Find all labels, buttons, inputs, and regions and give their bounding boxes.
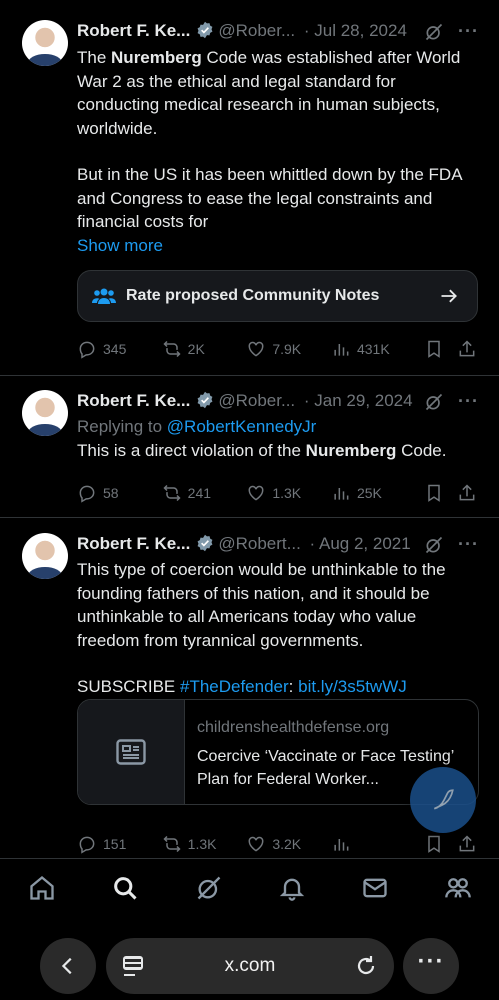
back-icon (57, 955, 79, 977)
more-options-icon[interactable]: ··· (458, 391, 479, 412)
short-link[interactable]: bit.ly/3s5twWJ (298, 677, 407, 696)
avatar[interactable] (22, 20, 68, 66)
like-button[interactable]: 7.9K (246, 339, 331, 359)
views-button[interactable]: 431K (331, 339, 424, 359)
repost-icon (162, 834, 182, 854)
repost-button[interactable]: 2K (162, 339, 247, 359)
bookmark-icon (424, 483, 444, 503)
tweet-text: This type of coercion would be unthinkab… (77, 560, 446, 696)
tweet-date[interactable]: · Jul 28, 2024 (304, 21, 407, 40)
show-more-link[interactable]: Show more (77, 234, 477, 258)
grok-icon[interactable] (424, 392, 444, 412)
tweet-header: Robert F. Ke... @Robert... · Aug 2, 2021 … (77, 534, 479, 556)
messages-icon[interactable] (360, 873, 390, 903)
verified-badge-icon (196, 534, 214, 552)
author-handle[interactable]: @Rober... (218, 21, 295, 40)
reply-icon (77, 483, 97, 503)
reply-icon (77, 339, 97, 359)
tweet-text: Replying to @RobertKennedyJr This is a d… (77, 417, 447, 460)
tweet-date[interactable]: · Jan 29, 2024 (304, 391, 413, 410)
views-icon (331, 339, 351, 359)
bookmark-icon (424, 834, 444, 854)
back-button[interactable] (40, 938, 96, 994)
repost-icon (162, 339, 182, 359)
heart-icon (246, 483, 266, 503)
author-name[interactable]: Robert F. Ke... (77, 21, 190, 40)
home-icon[interactable] (27, 873, 57, 903)
more-options-icon[interactable]: ··· (458, 21, 479, 42)
verified-badge-icon (196, 391, 214, 409)
views-button[interactable]: 25K (331, 483, 424, 503)
author-name[interactable]: Robert F. Ke... (77, 391, 190, 410)
share-icon (457, 483, 477, 503)
tweet-header: Robert F. Ke... @Rober... · Jan 29, 2024 … (77, 391, 479, 413)
author-handle[interactable]: @Rober... (218, 391, 295, 410)
tweet-actions: 345 2K 7.9K 431K (77, 338, 477, 360)
url-text: x.com (224, 955, 276, 976)
views-button[interactable] (331, 834, 424, 854)
tweet-2[interactable]: Robert F. Ke... @Rober... · Jan 29, 2024 … (0, 376, 499, 518)
notifications-icon[interactable] (277, 873, 307, 903)
reload-icon[interactable] (354, 954, 378, 978)
bookmark-button[interactable] (424, 834, 457, 854)
repost-icon (162, 483, 182, 503)
tweet-actions: 151 1.3K 3.2K (77, 833, 477, 855)
repost-button[interactable]: 241 (162, 483, 247, 503)
like-button[interactable]: 3.2K (246, 834, 331, 854)
more-button[interactable]: ··· (403, 938, 459, 994)
communities-icon[interactable] (443, 873, 473, 903)
compose-button[interactable] (410, 767, 476, 833)
community-icon (92, 286, 116, 306)
reply-icon (77, 834, 97, 854)
browser-toolbar: x.com ··· (0, 918, 499, 1000)
avatar[interactable] (22, 533, 68, 579)
more-options-icon[interactable]: ··· (458, 534, 479, 555)
more-icon: ··· (417, 948, 445, 975)
card-domain: childrenshealthdefense.org (197, 719, 390, 736)
hashtag-link[interactable]: #TheDefender (180, 677, 289, 696)
tweet-header: Robert F. Ke... @Rober... · Jul 28, 2024 … (77, 21, 479, 43)
replying-to-link[interactable]: @RobertKennedyJr (167, 417, 317, 436)
verified-badge-icon (196, 21, 214, 39)
reply-button[interactable]: 151 (77, 834, 162, 854)
avatar[interactable] (22, 390, 68, 436)
address-bar[interactable]: x.com (106, 938, 394, 994)
bookmark-button[interactable] (424, 483, 457, 503)
tweet-1[interactable]: Robert F. Ke... @Rober... · Jul 28, 2024 … (0, 0, 499, 376)
article-icon (78, 700, 185, 804)
share-button[interactable] (457, 483, 477, 503)
bookmark-icon (424, 339, 444, 359)
rate-community-notes-button[interactable]: Rate proposed Community Notes (77, 270, 478, 322)
bookmark-button[interactable] (424, 339, 457, 359)
grok-icon[interactable] (194, 873, 224, 903)
tweet-date[interactable]: · Aug 2, 2021 (310, 534, 411, 553)
tweet-text: The Nuremberg Code was established after… (77, 46, 477, 257)
like-button[interactable]: 1.3K (246, 483, 331, 503)
author-handle[interactable]: @Robert... (218, 534, 300, 553)
views-icon (331, 483, 351, 503)
compose-feather-icon (430, 787, 456, 813)
grok-icon[interactable] (424, 535, 444, 555)
reply-button[interactable]: 345 (77, 339, 162, 359)
repost-button[interactable]: 1.3K (162, 834, 247, 854)
search-icon[interactable] (110, 873, 140, 903)
timeline-feed: Robert F. Ke... @Rober... · Jul 28, 2024 … (0, 0, 499, 858)
share-button[interactable] (457, 834, 477, 854)
author-name[interactable]: Robert F. Ke... (77, 534, 190, 553)
share-button[interactable] (457, 339, 477, 359)
arrow-right-icon (439, 286, 459, 306)
bottom-tab-bar (0, 858, 499, 919)
tweet-actions: 58 241 1.3K 25K (77, 482, 477, 504)
grok-icon[interactable] (424, 22, 444, 42)
share-icon (457, 339, 477, 359)
views-icon (331, 834, 351, 854)
heart-icon (246, 339, 266, 359)
reply-button[interactable]: 58 (77, 483, 162, 503)
share-icon (457, 834, 477, 854)
heart-icon (246, 834, 266, 854)
